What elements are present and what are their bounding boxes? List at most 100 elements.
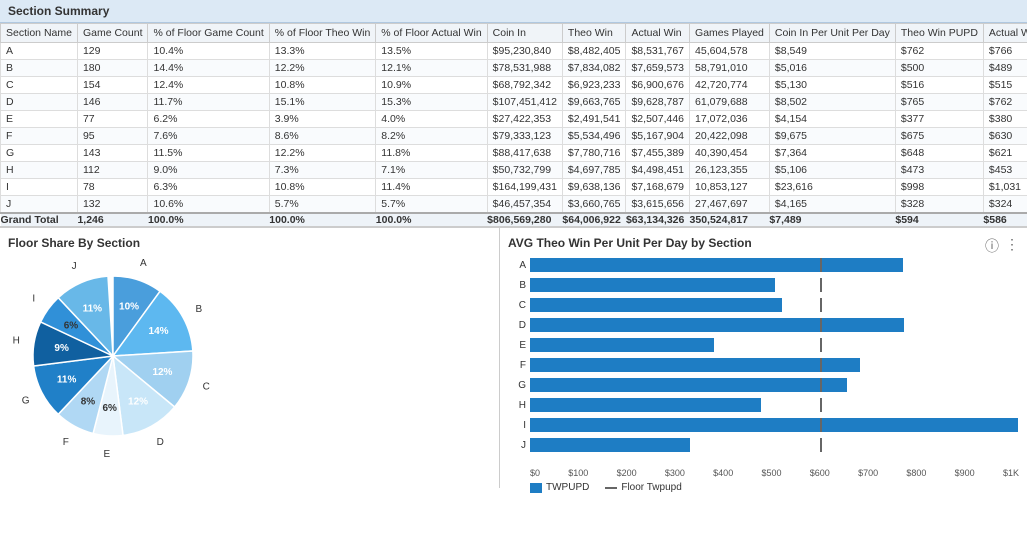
floor-line xyxy=(820,258,822,272)
svg-text:H: H xyxy=(13,336,20,347)
x-axis-label: $100 xyxy=(568,468,588,478)
gt-theo-win: $64,006,922 xyxy=(562,213,626,226)
svg-text:10%: 10% xyxy=(119,302,139,313)
floor-line xyxy=(820,398,822,412)
bar-fill xyxy=(530,298,782,312)
svg-text:12%: 12% xyxy=(128,397,148,408)
pie-chart: 10%A14%B12%C12%D6%E8%F11%G9%H6%I11%J xyxy=(8,256,278,476)
floor-twpupd-legend: Floor Twpupd xyxy=(605,482,681,493)
bar-fill xyxy=(530,358,860,372)
gt-games-played: 350,524,817 xyxy=(690,213,770,226)
svg-text:A: A xyxy=(140,258,147,269)
x-axis-label: $300 xyxy=(665,468,685,478)
bar-section-label: C xyxy=(508,300,526,311)
bar-track xyxy=(530,338,1019,352)
floor-line xyxy=(820,378,822,392)
grand-total-row: Grand Total 1,246 100.0% 100.0% 100.0% $… xyxy=(1,213,1027,226)
x-axis-label: $0 xyxy=(530,468,540,478)
bar-section-label: B xyxy=(508,280,526,291)
table-row: A12910.4%13.3%13.5%$95,230,840$8,482,405… xyxy=(1,43,1027,60)
bar-track xyxy=(530,378,1019,392)
bar-fill xyxy=(530,318,904,332)
gt-name: Grand Total xyxy=(1,213,78,226)
floor-line xyxy=(820,318,822,332)
bar-track xyxy=(530,418,1019,432)
panel-icons[interactable]: ⓘ ⋮ xyxy=(985,236,1019,256)
bar-section-label: I xyxy=(508,420,526,431)
bar-section-label: F xyxy=(508,360,526,371)
floor-twpupd-legend-label: Floor Twpupd xyxy=(621,482,681,493)
svg-text:J: J xyxy=(72,261,77,272)
bar-row: J xyxy=(508,436,1019,454)
x-axis-label: $200 xyxy=(617,468,637,478)
svg-text:8%: 8% xyxy=(81,397,96,408)
col-pct-floor-game: % of Floor Game Count xyxy=(148,24,269,43)
bar-fill xyxy=(530,398,761,412)
col-pct-floor-actual: % of Floor Actual Win xyxy=(376,24,487,43)
section-summary-header: Section Summary xyxy=(0,0,1027,23)
bar-section-label: D xyxy=(508,320,526,331)
bar-section-label: H xyxy=(508,400,526,411)
gt-actual-win: $63,134,326 xyxy=(626,213,690,226)
svg-text:9%: 9% xyxy=(54,343,69,354)
bar-fill xyxy=(530,258,903,272)
bar-track xyxy=(530,278,1019,292)
more-icon[interactable]: ⋮ xyxy=(1005,236,1019,256)
gt-pct-floor-actual: 100.0% xyxy=(376,213,487,226)
floor-share-title: Floor Share By Section xyxy=(8,236,491,250)
section-summary-table: Section Name Game Count % of Floor Game … xyxy=(0,23,1027,228)
x-axis-label: $600 xyxy=(810,468,830,478)
svg-text:14%: 14% xyxy=(149,326,169,337)
svg-text:6%: 6% xyxy=(103,403,118,414)
gt-coin-in: $806,569,280 xyxy=(487,213,562,226)
floor-line xyxy=(820,358,822,372)
bar-section-label: G xyxy=(508,380,526,391)
bar-fill xyxy=(530,438,690,452)
bar-row: D xyxy=(508,316,1019,334)
bar-chart: ABCDEFGHIJ xyxy=(508,256,1019,466)
floor-line xyxy=(820,438,822,452)
bar-track xyxy=(530,398,1019,412)
bar-fill xyxy=(530,338,714,352)
bar-fill xyxy=(530,418,1018,432)
gt-theo-pupd: $594 xyxy=(895,213,983,226)
floor-twpupd-legend-box xyxy=(605,487,617,489)
gt-pct-floor-game: 100.0% xyxy=(148,213,269,226)
gt-pct-floor-theo: 100.0% xyxy=(269,213,376,226)
gt-coin-pupd: $7,489 xyxy=(769,213,895,226)
bar-track xyxy=(530,298,1019,312)
floor-line xyxy=(820,418,822,432)
x-axis-label: $800 xyxy=(906,468,926,478)
bar-row: I xyxy=(508,416,1019,434)
x-axis-label: $400 xyxy=(713,468,733,478)
x-axis-label: $1K xyxy=(1003,468,1019,478)
svg-text:C: C xyxy=(203,381,210,392)
bar-track xyxy=(530,438,1019,452)
table-row: F957.6%8.6%8.2%$79,333,123$5,534,496$5,1… xyxy=(1,128,1027,145)
bar-fill xyxy=(530,278,775,292)
bar-section-label: E xyxy=(508,340,526,351)
col-games-played: Games Played xyxy=(690,24,770,43)
bar-track xyxy=(530,318,1019,332)
bar-row: B xyxy=(508,276,1019,294)
floor-share-panel: Floor Share By Section 10%A14%B12%C12%D6… xyxy=(0,228,500,488)
svg-text:11%: 11% xyxy=(57,375,77,386)
svg-text:G: G xyxy=(22,395,30,406)
twpupd-legend-label: TWPUPD xyxy=(546,482,589,493)
twpupd-legend-box xyxy=(530,483,542,493)
bar-row: G xyxy=(508,376,1019,394)
info-icon[interactable]: ⓘ xyxy=(985,236,999,256)
bar-row: A xyxy=(508,256,1019,274)
table-row: C15412.4%10.8%10.9%$68,792,342$6,923,233… xyxy=(1,77,1027,94)
avg-theo-panel: AVG Theo Win Per Unit Per Day by Section… xyxy=(500,228,1027,488)
bottom-panels: Floor Share By Section 10% A 14% B 12% C 12% D 6… xyxy=(0,228,1027,488)
bar-row: H xyxy=(508,396,1019,414)
col-section-name: Section Name xyxy=(1,24,78,43)
bar-row: C xyxy=(508,296,1019,314)
col-coin-pupd: Coin In Per Unit Per Day xyxy=(769,24,895,43)
svg-text:12%: 12% xyxy=(152,367,172,378)
table-row: E776.2%3.9%4.0%$27,422,353$2,491,541$2,5… xyxy=(1,111,1027,128)
col-actual-win: Actual Win xyxy=(626,24,690,43)
col-actual-pupd: Actual Win PUPD xyxy=(983,24,1027,43)
bar-section-label: A xyxy=(508,260,526,271)
